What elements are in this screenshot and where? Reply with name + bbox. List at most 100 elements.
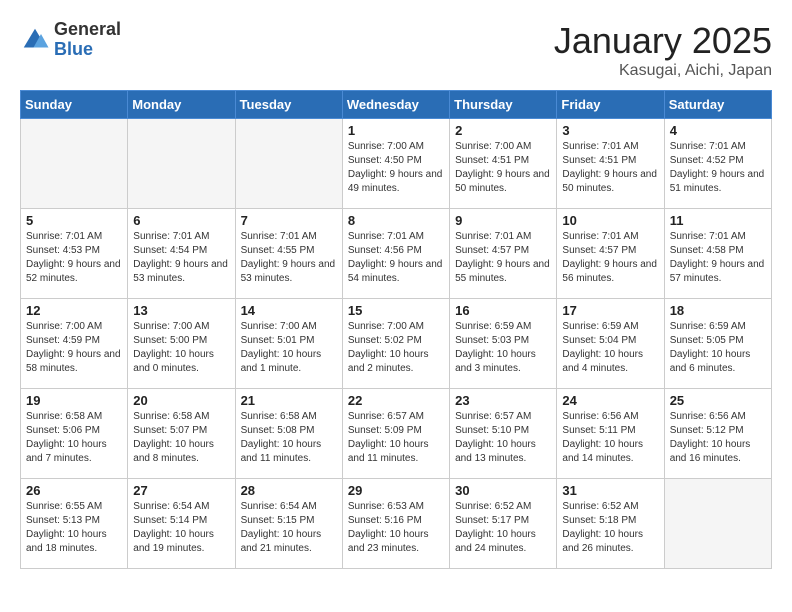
day-info: Sunrise: 6:58 AMSunset: 5:08 PMDaylight:… (241, 410, 337, 466)
day-number: 24 (562, 393, 658, 408)
day-number: 31 (562, 483, 658, 498)
day-info: Sunrise: 6:59 AMSunset: 5:03 PMDaylight:… (455, 320, 551, 376)
day-info: Sunrise: 6:56 AMSunset: 5:12 PMDaylight:… (670, 410, 766, 466)
location: Kasugai, Aichi, Japan (554, 62, 772, 80)
day-number: 17 (562, 303, 658, 318)
day-number: 4 (670, 123, 766, 138)
day-info: Sunrise: 7:00 AMSunset: 5:02 PMDaylight:… (348, 320, 444, 376)
calendar-cell: 15Sunrise: 7:00 AMSunset: 5:02 PMDayligh… (342, 299, 449, 389)
day-info: Sunrise: 6:54 AMSunset: 5:15 PMDaylight:… (241, 500, 337, 556)
calendar-cell: 31Sunrise: 6:52 AMSunset: 5:18 PMDayligh… (557, 479, 664, 569)
calendar-cell: 18 Sunrise: 6:59 AMSunset: 5:05 PMDayligh… (664, 299, 771, 389)
calendar-cell: 28Sunrise: 6:54 AMSunset: 5:15 PMDayligh… (235, 479, 342, 569)
day-number: 20 (133, 393, 229, 408)
day-number: 14 (241, 303, 337, 318)
calendar-cell: 17 Sunrise: 6:59 AMSunset: 5:04 PMDayligh… (557, 299, 664, 389)
column-header-friday: Friday (557, 91, 664, 119)
calendar-cell: 12 Sunrise: 7:00 AMSunset: 4:59 PMDayligh… (21, 299, 128, 389)
column-header-thursday: Thursday (450, 91, 557, 119)
calendar-cell: 30 Sunrise: 6:52 AMSunset: 5:17 PMDayligh… (450, 479, 557, 569)
title-block: January 2025 Kasugai, Aichi, Japan (554, 20, 772, 80)
calendar-cell: 4 Sunrise: 7:01 AMSunset: 4:52 PMDaylight… (664, 119, 771, 209)
day-info: Sunrise: 7:01 AMSunset: 4:54 PMDaylight:… (133, 230, 229, 286)
day-info: Sunrise: 7:01 AMSunset: 4:57 PMDaylight:… (455, 230, 551, 286)
column-header-wednesday: Wednesday (342, 91, 449, 119)
day-info: Sunrise: 7:00 AMSunset: 4:59 PMDaylight:… (26, 320, 122, 376)
day-info: Sunrise: 6:58 AMSunset: 5:06 PMDaylight:… (26, 410, 122, 466)
logo-general: General (54, 20, 121, 40)
day-info: Sunrise: 7:00 AMSunset: 5:00 PMDaylight:… (133, 320, 229, 376)
day-number: 23 (455, 393, 551, 408)
day-number: 5 (26, 213, 122, 228)
day-info: Sunrise: 7:00 AMSunset: 4:50 PMDaylight:… (348, 140, 444, 196)
calendar-body: 1 Sunrise: 7:00 AMSunset: 4:50 PMDaylight… (21, 119, 772, 569)
calendar-cell (21, 119, 128, 209)
header-row: SundayMondayTuesdayWednesdayThursdayFrid… (21, 91, 772, 119)
week-row: 19 Sunrise: 6:58 AMSunset: 5:06 PMDayligh… (21, 389, 772, 479)
day-number: 13 (133, 303, 229, 318)
day-number: 7 (241, 213, 337, 228)
day-info: Sunrise: 6:59 AMSunset: 5:05 PMDaylight:… (670, 320, 766, 376)
calendar-cell: 1 Sunrise: 7:00 AMSunset: 4:50 PMDaylight… (342, 119, 449, 209)
logo-blue: Blue (54, 40, 121, 60)
day-number: 12 (26, 303, 122, 318)
calendar-cell: 5 Sunrise: 7:01 AMSunset: 4:53 PMDaylight… (21, 209, 128, 299)
day-info: Sunrise: 6:59 AMSunset: 5:04 PMDaylight:… (562, 320, 658, 376)
logo-text: General Blue (54, 20, 121, 60)
week-row: 1 Sunrise: 7:00 AMSunset: 4:50 PMDaylight… (21, 119, 772, 209)
day-info: Sunrise: 6:58 AMSunset: 5:07 PMDaylight:… (133, 410, 229, 466)
month-title: January 2025 (554, 20, 772, 62)
day-info: Sunrise: 7:01 AMSunset: 4:58 PMDaylight:… (670, 230, 766, 286)
day-info: Sunrise: 7:00 AMSunset: 5:01 PMDaylight:… (241, 320, 337, 376)
day-number: 26 (26, 483, 122, 498)
calendar-cell: 24 Sunrise: 6:56 AMSunset: 5:11 PMDayligh… (557, 389, 664, 479)
calendar-cell: 10Sunrise: 7:01 AMSunset: 4:57 PMDayligh… (557, 209, 664, 299)
calendar-cell (128, 119, 235, 209)
logo-icon (20, 25, 50, 55)
day-number: 2 (455, 123, 551, 138)
day-number: 18 (670, 303, 766, 318)
day-number: 6 (133, 213, 229, 228)
day-info: Sunrise: 7:00 AMSunset: 4:51 PMDaylight:… (455, 140, 551, 196)
day-number: 19 (26, 393, 122, 408)
calendar-cell: 3 Sunrise: 7:01 AMSunset: 4:51 PMDaylight… (557, 119, 664, 209)
calendar-cell: 6 Sunrise: 7:01 AMSunset: 4:54 PMDaylight… (128, 209, 235, 299)
calendar-cell: 2 Sunrise: 7:00 AMSunset: 4:51 PMDaylight… (450, 119, 557, 209)
day-number: 30 (455, 483, 551, 498)
day-number: 8 (348, 213, 444, 228)
day-info: Sunrise: 6:54 AMSunset: 5:14 PMDaylight:… (133, 500, 229, 556)
day-number: 25 (670, 393, 766, 408)
column-header-sunday: Sunday (21, 91, 128, 119)
day-info: Sunrise: 6:57 AMSunset: 5:10 PMDaylight:… (455, 410, 551, 466)
day-number: 9 (455, 213, 551, 228)
day-info: Sunrise: 7:01 AMSunset: 4:56 PMDaylight:… (348, 230, 444, 286)
column-header-tuesday: Tuesday (235, 91, 342, 119)
day-info: Sunrise: 7:01 AMSunset: 4:51 PMDaylight:… (562, 140, 658, 196)
day-info: Sunrise: 7:01 AMSunset: 4:55 PMDaylight:… (241, 230, 337, 286)
day-info: Sunrise: 6:52 AMSunset: 5:17 PMDaylight:… (455, 500, 551, 556)
calendar-cell: 22Sunrise: 6:57 AMSunset: 5:09 PMDayligh… (342, 389, 449, 479)
calendar-cell: 9 Sunrise: 7:01 AMSunset: 4:57 PMDaylight… (450, 209, 557, 299)
calendar-cell: 14 Sunrise: 7:00 AMSunset: 5:01 PMDayligh… (235, 299, 342, 389)
calendar-cell: 25 Sunrise: 6:56 AMSunset: 5:12 PMDayligh… (664, 389, 771, 479)
day-info: Sunrise: 6:56 AMSunset: 5:11 PMDaylight:… (562, 410, 658, 466)
calendar-cell: 16 Sunrise: 6:59 AMSunset: 5:03 PMDayligh… (450, 299, 557, 389)
day-number: 10 (562, 213, 658, 228)
column-header-saturday: Saturday (664, 91, 771, 119)
calendar-cell: 20 Sunrise: 6:58 AMSunset: 5:07 PMDayligh… (128, 389, 235, 479)
calendar-cell: 19 Sunrise: 6:58 AMSunset: 5:06 PMDayligh… (21, 389, 128, 479)
logo: General Blue (20, 20, 121, 60)
calendar-header: SundayMondayTuesdayWednesdayThursdayFrid… (21, 91, 772, 119)
column-header-monday: Monday (128, 91, 235, 119)
calendar-cell: 21Sunrise: 6:58 AMSunset: 5:08 PMDayligh… (235, 389, 342, 479)
day-number: 16 (455, 303, 551, 318)
week-row: 5 Sunrise: 7:01 AMSunset: 4:53 PMDaylight… (21, 209, 772, 299)
day-number: 3 (562, 123, 658, 138)
calendar-cell: 8 Sunrise: 7:01 AMSunset: 4:56 PMDaylight… (342, 209, 449, 299)
day-number: 1 (348, 123, 444, 138)
day-info: Sunrise: 7:01 AMSunset: 4:53 PMDaylight:… (26, 230, 122, 286)
calendar-cell: 26Sunrise: 6:55 AMSunset: 5:13 PMDayligh… (21, 479, 128, 569)
day-info: Sunrise: 7:01 AMSunset: 4:52 PMDaylight:… (670, 140, 766, 196)
day-info: Sunrise: 6:57 AMSunset: 5:09 PMDaylight:… (348, 410, 444, 466)
calendar-cell (664, 479, 771, 569)
